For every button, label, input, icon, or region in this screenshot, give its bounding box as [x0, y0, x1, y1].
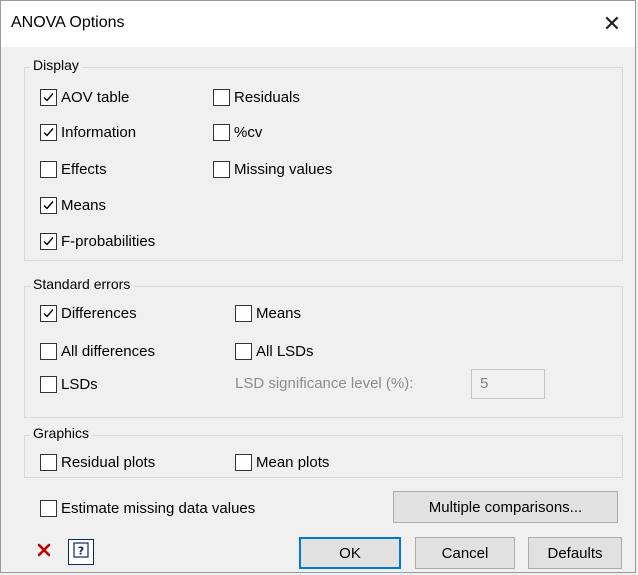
- effects-checkbox[interactable]: Effects: [40, 158, 107, 180]
- ok-button[interactable]: OK: [299, 537, 401, 569]
- checkbox-label: Means: [61, 196, 107, 214]
- checkbox-box: [40, 499, 57, 517]
- checkbox-box: [40, 342, 57, 360]
- x-icon: [36, 542, 52, 562]
- residuals-checkbox[interactable]: Residuals: [213, 86, 300, 108]
- checkbox-label: Residuals: [234, 88, 300, 106]
- missing-values-checkbox[interactable]: Missing values: [213, 158, 332, 180]
- all-lsds-checkbox[interactable]: All LSDs: [235, 340, 314, 362]
- checkbox-box: [40, 88, 57, 106]
- close-button[interactable]: ✕: [589, 1, 635, 47]
- information-checkbox[interactable]: Information: [40, 121, 136, 143]
- aov-table-checkbox[interactable]: AOV table: [40, 86, 129, 108]
- checkbox-box: [40, 304, 57, 322]
- checkbox-box: [235, 453, 252, 471]
- checkbox-label: All LSDs: [256, 342, 314, 360]
- checkbox-box: [40, 160, 57, 178]
- checkbox-label: Mean plots: [256, 453, 330, 471]
- checkbox-box: [40, 375, 57, 393]
- mean-plots-checkbox[interactable]: Mean plots: [235, 451, 329, 473]
- checkbox-label: AOV table: [61, 88, 130, 106]
- checkbox-label: %cv: [234, 123, 263, 141]
- checkbox-box: [235, 342, 252, 360]
- checkbox-box: [40, 196, 57, 214]
- lsds-checkbox[interactable]: LSDs: [40, 373, 98, 395]
- svg-text:?: ?: [78, 545, 84, 558]
- checkbox-label: Differences: [61, 304, 137, 322]
- checkbox-box: [235, 304, 252, 322]
- dialog-title: ANOVA Options: [11, 14, 125, 31]
- checkbox-label: Residual plots: [61, 453, 156, 471]
- checkbox-label: Effects: [61, 160, 107, 178]
- checkbox-label: Means: [256, 304, 302, 322]
- cancel-button[interactable]: Cancel: [415, 537, 515, 569]
- display-legend: Display: [30, 57, 82, 73]
- title-bar: ANOVA Options ✕: [1, 1, 635, 47]
- checkbox-label: All differences: [61, 342, 155, 360]
- checkbox-box: [40, 123, 57, 141]
- cv-checkbox[interactable]: %cv: [213, 121, 262, 143]
- help-button[interactable]: ?: [68, 539, 94, 565]
- clear-button[interactable]: [31, 539, 57, 565]
- residual-plots-checkbox[interactable]: Residual plots: [40, 451, 155, 473]
- all-differences-checkbox[interactable]: All differences: [40, 340, 155, 362]
- checkbox-label: Estimate missing data values: [61, 499, 256, 517]
- standard-errors-legend: Standard errors: [30, 276, 134, 292]
- multiple-comparisons-button[interactable]: Multiple comparisons...: [393, 491, 618, 523]
- checkbox-label: Missing values: [234, 160, 333, 178]
- checkbox-box: [213, 160, 230, 178]
- checkbox-box: [40, 453, 57, 471]
- checkbox-label: LSDs: [61, 375, 98, 393]
- checkbox-label: F-probabilities: [61, 232, 156, 250]
- graphics-legend: Graphics: [30, 425, 93, 441]
- checkbox-box: [40, 232, 57, 250]
- anova-options-dialog: ANOVA Options ✕ Display AOV table Inform…: [0, 0, 636, 573]
- f-probabilities-checkbox[interactable]: F-probabilities: [40, 230, 155, 252]
- means-checkbox[interactable]: Means: [40, 194, 106, 216]
- defaults-button[interactable]: Defaults: [528, 537, 622, 569]
- differences-checkbox[interactable]: Differences: [40, 302, 137, 324]
- estimate-missing-checkbox[interactable]: Estimate missing data values: [40, 497, 255, 519]
- help-icon: ?: [73, 542, 89, 562]
- checkbox-label: Information: [61, 123, 137, 141]
- se-means-checkbox[interactable]: Means: [235, 302, 301, 324]
- lsd-significance-label: LSD significance level (%):: [235, 375, 414, 392]
- close-icon: ✕: [602, 11, 622, 36]
- checkbox-box: [213, 123, 230, 141]
- checkbox-box: [213, 88, 230, 106]
- lsd-significance-input[interactable]: 5: [471, 369, 545, 399]
